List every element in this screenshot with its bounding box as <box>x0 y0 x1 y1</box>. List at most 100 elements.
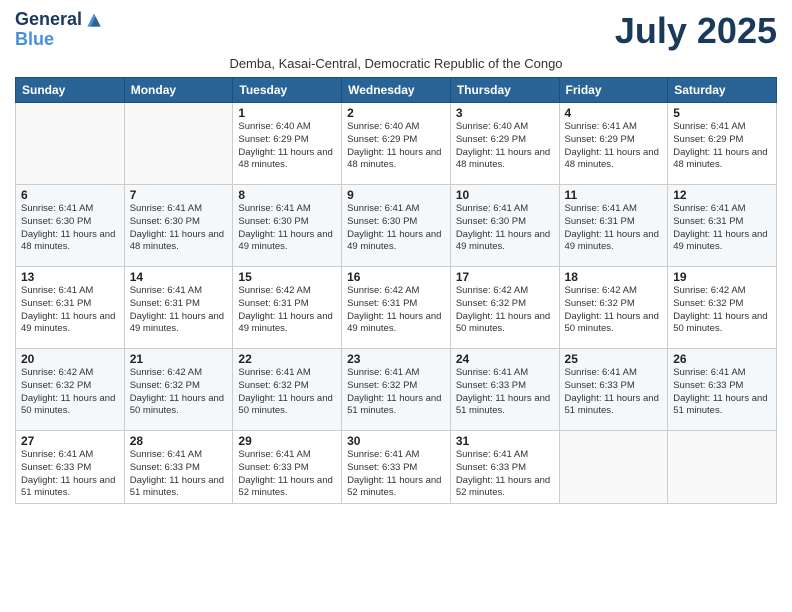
day-number: 25 <box>565 352 663 366</box>
day-info: Sunrise: 6:41 AMSunset: 6:31 PMDaylight:… <box>673 203 771 254</box>
day-number: 1 <box>238 106 336 120</box>
page: General Blue July 2025 Demba, Kasai-Cent… <box>0 0 792 612</box>
table-cell: 22Sunrise: 6:41 AMSunset: 6:32 PMDayligh… <box>233 349 342 431</box>
day-info: Sunrise: 6:41 AMSunset: 6:32 PMDaylight:… <box>238 367 336 418</box>
table-cell: 9Sunrise: 6:41 AMSunset: 6:30 PMDaylight… <box>342 185 451 267</box>
table-cell: 26Sunrise: 6:41 AMSunset: 6:33 PMDayligh… <box>668 349 777 431</box>
day-number: 18 <box>565 270 663 284</box>
day-number: 23 <box>347 352 445 366</box>
day-number: 5 <box>673 106 771 120</box>
month-title: July 2025 <box>615 10 777 52</box>
day-info: Sunrise: 6:42 AMSunset: 6:31 PMDaylight:… <box>238 285 336 336</box>
table-cell: 2Sunrise: 6:40 AMSunset: 6:29 PMDaylight… <box>342 103 451 185</box>
table-cell: 16Sunrise: 6:42 AMSunset: 6:31 PMDayligh… <box>342 267 451 349</box>
day-number: 8 <box>238 188 336 202</box>
day-info: Sunrise: 6:41 AMSunset: 6:33 PMDaylight:… <box>130 449 228 500</box>
table-cell: 13Sunrise: 6:41 AMSunset: 6:31 PMDayligh… <box>16 267 125 349</box>
day-number: 17 <box>456 270 554 284</box>
table-cell: 31Sunrise: 6:41 AMSunset: 6:33 PMDayligh… <box>450 431 559 504</box>
logo-icon <box>84 10 104 30</box>
table-cell: 18Sunrise: 6:42 AMSunset: 6:32 PMDayligh… <box>559 267 668 349</box>
day-number: 24 <box>456 352 554 366</box>
day-info: Sunrise: 6:41 AMSunset: 6:33 PMDaylight:… <box>21 449 119 500</box>
day-number: 6 <box>21 188 119 202</box>
day-number: 7 <box>130 188 228 202</box>
col-wednesday: Wednesday <box>342 78 451 103</box>
table-cell: 25Sunrise: 6:41 AMSunset: 6:33 PMDayligh… <box>559 349 668 431</box>
day-number: 28 <box>130 434 228 448</box>
col-tuesday: Tuesday <box>233 78 342 103</box>
logo-text-line2: Blue <box>15 30 104 50</box>
day-info: Sunrise: 6:41 AMSunset: 6:32 PMDaylight:… <box>347 367 445 418</box>
day-number: 16 <box>347 270 445 284</box>
day-number: 21 <box>130 352 228 366</box>
table-cell: 7Sunrise: 6:41 AMSunset: 6:30 PMDaylight… <box>124 185 233 267</box>
table-cell: 3Sunrise: 6:40 AMSunset: 6:29 PMDaylight… <box>450 103 559 185</box>
day-info: Sunrise: 6:40 AMSunset: 6:29 PMDaylight:… <box>347 121 445 172</box>
header: General Blue July 2025 <box>15 10 777 52</box>
day-number: 30 <box>347 434 445 448</box>
day-number: 13 <box>21 270 119 284</box>
table-cell: 19Sunrise: 6:42 AMSunset: 6:32 PMDayligh… <box>668 267 777 349</box>
day-info: Sunrise: 6:41 AMSunset: 6:29 PMDaylight:… <box>565 121 663 172</box>
day-info: Sunrise: 6:41 AMSunset: 6:29 PMDaylight:… <box>673 121 771 172</box>
day-info: Sunrise: 6:42 AMSunset: 6:32 PMDaylight:… <box>130 367 228 418</box>
table-cell: 1Sunrise: 6:40 AMSunset: 6:29 PMDaylight… <box>233 103 342 185</box>
day-number: 3 <box>456 106 554 120</box>
day-number: 22 <box>238 352 336 366</box>
table-cell: 15Sunrise: 6:42 AMSunset: 6:31 PMDayligh… <box>233 267 342 349</box>
day-number: 27 <box>21 434 119 448</box>
day-info: Sunrise: 6:41 AMSunset: 6:30 PMDaylight:… <box>238 203 336 254</box>
subtitle: Demba, Kasai-Central, Democratic Republi… <box>15 56 777 71</box>
logo-text-line1: General <box>15 10 82 30</box>
col-sunday: Sunday <box>16 78 125 103</box>
table-cell: 29Sunrise: 6:41 AMSunset: 6:33 PMDayligh… <box>233 431 342 504</box>
table-cell: 17Sunrise: 6:42 AMSunset: 6:32 PMDayligh… <box>450 267 559 349</box>
day-number: 11 <box>565 188 663 202</box>
table-cell: 30Sunrise: 6:41 AMSunset: 6:33 PMDayligh… <box>342 431 451 504</box>
day-number: 19 <box>673 270 771 284</box>
table-cell: 28Sunrise: 6:41 AMSunset: 6:33 PMDayligh… <box>124 431 233 504</box>
table-cell <box>559 431 668 504</box>
day-info: Sunrise: 6:41 AMSunset: 6:33 PMDaylight:… <box>238 449 336 500</box>
day-info: Sunrise: 6:41 AMSunset: 6:30 PMDaylight:… <box>130 203 228 254</box>
table-cell: 14Sunrise: 6:41 AMSunset: 6:31 PMDayligh… <box>124 267 233 349</box>
table-cell: 23Sunrise: 6:41 AMSunset: 6:32 PMDayligh… <box>342 349 451 431</box>
day-info: Sunrise: 6:42 AMSunset: 6:31 PMDaylight:… <box>347 285 445 336</box>
day-info: Sunrise: 6:42 AMSunset: 6:32 PMDaylight:… <box>456 285 554 336</box>
day-info: Sunrise: 6:42 AMSunset: 6:32 PMDaylight:… <box>673 285 771 336</box>
table-cell: 4Sunrise: 6:41 AMSunset: 6:29 PMDaylight… <box>559 103 668 185</box>
logo: General Blue <box>15 10 104 50</box>
table-cell <box>16 103 125 185</box>
table-cell: 27Sunrise: 6:41 AMSunset: 6:33 PMDayligh… <box>16 431 125 504</box>
day-number: 15 <box>238 270 336 284</box>
day-info: Sunrise: 6:41 AMSunset: 6:33 PMDaylight:… <box>456 367 554 418</box>
day-number: 10 <box>456 188 554 202</box>
table-cell: 11Sunrise: 6:41 AMSunset: 6:31 PMDayligh… <box>559 185 668 267</box>
table-cell: 6Sunrise: 6:41 AMSunset: 6:30 PMDaylight… <box>16 185 125 267</box>
table-cell <box>124 103 233 185</box>
day-info: Sunrise: 6:41 AMSunset: 6:33 PMDaylight:… <box>673 367 771 418</box>
col-friday: Friday <box>559 78 668 103</box>
col-thursday: Thursday <box>450 78 559 103</box>
table-cell: 10Sunrise: 6:41 AMSunset: 6:30 PMDayligh… <box>450 185 559 267</box>
day-number: 4 <box>565 106 663 120</box>
day-number: 2 <box>347 106 445 120</box>
day-info: Sunrise: 6:41 AMSunset: 6:30 PMDaylight:… <box>347 203 445 254</box>
table-cell: 8Sunrise: 6:41 AMSunset: 6:30 PMDaylight… <box>233 185 342 267</box>
day-info: Sunrise: 6:41 AMSunset: 6:33 PMDaylight:… <box>456 449 554 500</box>
table-cell: 20Sunrise: 6:42 AMSunset: 6:32 PMDayligh… <box>16 349 125 431</box>
table-cell: 12Sunrise: 6:41 AMSunset: 6:31 PMDayligh… <box>668 185 777 267</box>
day-info: Sunrise: 6:42 AMSunset: 6:32 PMDaylight:… <box>21 367 119 418</box>
day-number: 26 <box>673 352 771 366</box>
col-saturday: Saturday <box>668 78 777 103</box>
day-number: 9 <box>347 188 445 202</box>
table-cell <box>668 431 777 504</box>
col-monday: Monday <box>124 78 233 103</box>
day-number: 20 <box>21 352 119 366</box>
day-info: Sunrise: 6:40 AMSunset: 6:29 PMDaylight:… <box>456 121 554 172</box>
day-info: Sunrise: 6:41 AMSunset: 6:31 PMDaylight:… <box>21 285 119 336</box>
calendar-header-row: Sunday Monday Tuesday Wednesday Thursday… <box>16 78 777 103</box>
table-cell: 21Sunrise: 6:42 AMSunset: 6:32 PMDayligh… <box>124 349 233 431</box>
day-info: Sunrise: 6:42 AMSunset: 6:32 PMDaylight:… <box>565 285 663 336</box>
